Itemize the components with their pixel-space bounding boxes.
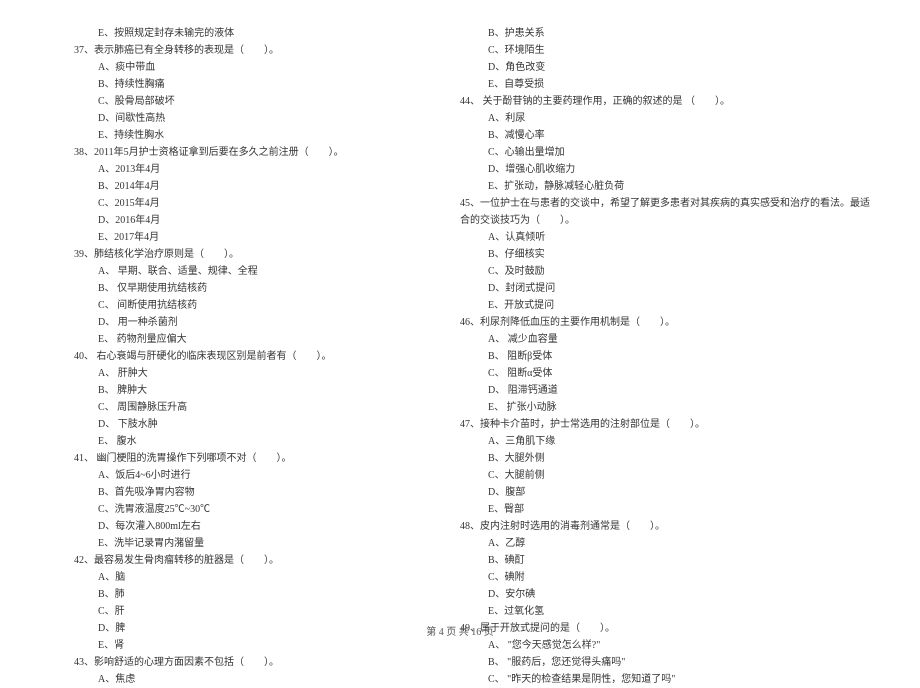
- text-line: C、2015年4月: [50, 195, 410, 212]
- text-line: C、 周围静脉压升高: [50, 399, 410, 416]
- text-line: A、焦虑: [50, 671, 410, 688]
- text-line: A、利尿: [440, 110, 870, 127]
- text-line: 合的交谈技巧为（ ）。: [440, 212, 870, 229]
- text-line: C、 阻断α受体: [440, 365, 870, 382]
- text-line: B、大腿外侧: [440, 450, 870, 467]
- text-line: C、碘附: [440, 569, 870, 586]
- text-line: 48、皮内注射时选用的消毒剂通常是（ ）。: [440, 518, 870, 535]
- text-line: E、扩张动，静脉减轻心脏负荷: [440, 178, 870, 195]
- text-line: E、持续性胸水: [50, 127, 410, 144]
- text-line: D、 下肢水肿: [50, 416, 410, 433]
- text-line: A、脑: [50, 569, 410, 586]
- right-column: B、护患关系C、环境陌生D、角色改变E、自尊受损44、 关于酚苷钠的主要药理作用…: [440, 25, 870, 605]
- text-line: E、肾: [50, 637, 410, 654]
- text-line: A、痰中带血: [50, 59, 410, 76]
- text-line: A、 减少血容量: [440, 331, 870, 348]
- text-line: E、开放式提问: [440, 297, 870, 314]
- page-footer: 第 4 页 共 16 页: [0, 623, 920, 638]
- text-line: A、乙醇: [440, 535, 870, 552]
- text-line: A、 "您今天感觉怎么样?": [440, 637, 870, 654]
- text-line: B、仔细核实: [440, 246, 870, 263]
- text-line: C、 "昨天的检查结果是阴性，您知道了吗": [440, 671, 870, 688]
- text-line: 39、肺结核化学治疗原则是（ ）。: [50, 246, 410, 263]
- text-line: B、减慢心率: [440, 127, 870, 144]
- text-line: A、2013年4月: [50, 161, 410, 178]
- text-line: B、 阻断β受体: [440, 348, 870, 365]
- text-line: B、碘酊: [440, 552, 870, 569]
- text-line: C、环境陌生: [440, 42, 870, 59]
- text-line: E、洗毕记录胃内潴留量: [50, 535, 410, 552]
- text-line: A、三角肌下缘: [440, 433, 870, 450]
- text-line: D、 用一种杀菌剂: [50, 314, 410, 331]
- page-content: E、按照规定封存未输完的液体37、表示肺癌已有全身转移的表现是（ ）。A、痰中带…: [50, 25, 870, 605]
- text-line: D、间歇性高热: [50, 110, 410, 127]
- text-line: D、2016年4月: [50, 212, 410, 229]
- text-line: 47、接种卡介苗时，护士常选用的注射部位是（ ）。: [440, 416, 870, 433]
- text-line: D、角色改变: [440, 59, 870, 76]
- text-line: B、 仅早期使用抗结核药: [50, 280, 410, 297]
- text-line: 38、2011年5月护士资格证拿到后要在多久之前注册（ ）。: [50, 144, 410, 161]
- text-line: C、心输出量增加: [440, 144, 870, 161]
- text-line: 42、最容易发生骨肉瘤转移的脏器是（ ）。: [50, 552, 410, 569]
- text-line: B、 "服药后，您还觉得头痛吗": [440, 654, 870, 671]
- text-line: A、饭后4~6小时进行: [50, 467, 410, 484]
- text-line: E、过氧化氢: [440, 603, 870, 620]
- text-line: B、持续性胸痛: [50, 76, 410, 93]
- text-line: 45、一位护士在与患者的交谈中，希望了解更多患者对其疾病的真实感受和治疗的看法。…: [440, 195, 870, 212]
- text-line: C、肝: [50, 603, 410, 620]
- text-line: D、 阻滞钙通道: [440, 382, 870, 399]
- text-line: C、 间断使用抗结核药: [50, 297, 410, 314]
- text-line: 44、 关于酚苷钠的主要药理作用，正确的叙述的是 （ ）。: [440, 93, 870, 110]
- text-line: B、 脾肿大: [50, 382, 410, 399]
- text-line: E、自尊受损: [440, 76, 870, 93]
- text-line: E、 药物剂量应偏大: [50, 331, 410, 348]
- text-line: A、 早期、联合、适量、规律、全程: [50, 263, 410, 280]
- text-line: E、 腹水: [50, 433, 410, 450]
- text-line: E、按照规定封存未输完的液体: [50, 25, 410, 42]
- text-line: 37、表示肺癌已有全身转移的表现是（ ）。: [50, 42, 410, 59]
- text-line: B、2014年4月: [50, 178, 410, 195]
- text-line: D、腹部: [440, 484, 870, 501]
- text-line: B、肺: [50, 586, 410, 603]
- text-line: C、股骨局部破坏: [50, 93, 410, 110]
- text-line: C、及时鼓励: [440, 263, 870, 280]
- text-line: D、封闭式提问: [440, 280, 870, 297]
- text-line: A、认真倾听: [440, 229, 870, 246]
- text-line: A、 肝肿大: [50, 365, 410, 382]
- page-number-text: 第 4 页 共 16 页: [426, 627, 494, 638]
- text-line: C、洗胃液温度25℃~30℃: [50, 501, 410, 518]
- text-line: E、2017年4月: [50, 229, 410, 246]
- left-column: E、按照规定封存未输完的液体37、表示肺癌已有全身转移的表现是（ ）。A、痰中带…: [50, 25, 410, 605]
- text-line: 43、影响舒适的心理方面因素不包括（ ）。: [50, 654, 410, 671]
- text-line: 46、利尿剂降低血压的主要作用机制是（ ）。: [440, 314, 870, 331]
- text-line: E、臀部: [440, 501, 870, 518]
- text-line: D、增强心肌收缩力: [440, 161, 870, 178]
- text-line: B、护患关系: [440, 25, 870, 42]
- text-line: 41、 幽门梗阻的洗胃操作下列哪项不对（ ）。: [50, 450, 410, 467]
- text-line: D、安尔碘: [440, 586, 870, 603]
- text-line: C、大腿前侧: [440, 467, 870, 484]
- text-line: B、首先吸净胃内容物: [50, 484, 410, 501]
- text-line: D、每次灌入800ml左右: [50, 518, 410, 535]
- text-line: E、 扩张小动脉: [440, 399, 870, 416]
- text-line: 40、 右心衰竭与肝硬化的临床表现区别是前者有（ ）。: [50, 348, 410, 365]
